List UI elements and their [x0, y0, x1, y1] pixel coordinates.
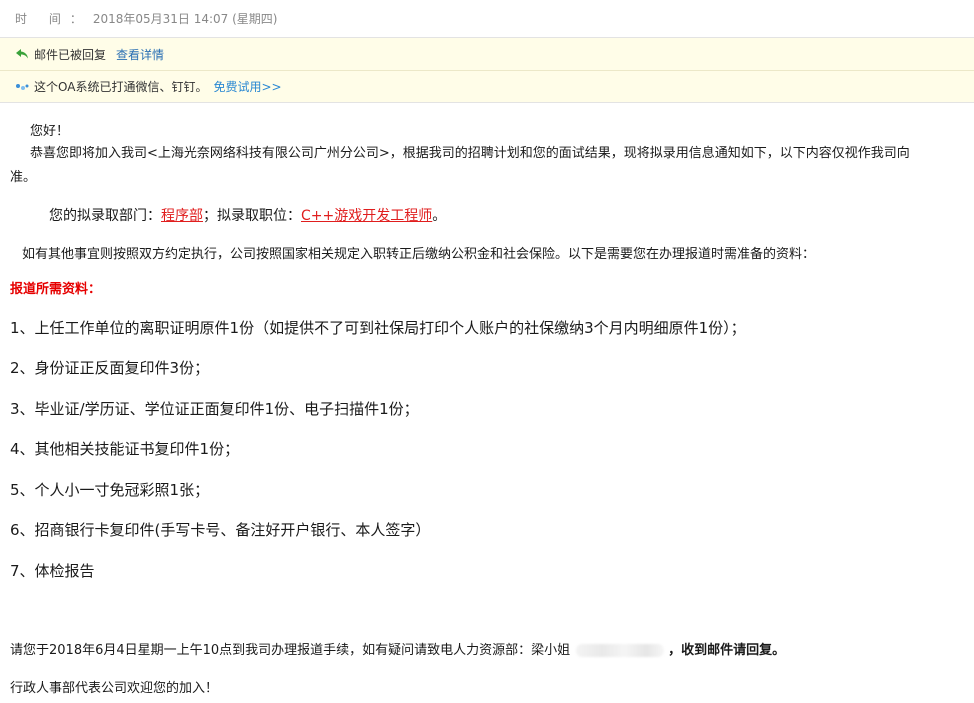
list-item: 4、其他相关技能证书复印件1份；	[10, 440, 240, 458]
email-body: 您好！ 恭喜您即将加入我司<上海光奈网络科技有限公司广州分公司>，根据我司的招聘…	[0, 104, 974, 703]
list-item: 7、体检报告	[10, 562, 95, 580]
oa-dots-icon	[15, 80, 29, 94]
time-value: 2018年05月31日 14:07 (星期四)	[92, 12, 278, 26]
closing-line: 行政人事部代表公司欢迎您的加入！	[10, 681, 219, 696]
time-label: 时 间：	[15, 12, 91, 26]
position-prefix: ；拟录取职位：	[203, 208, 301, 224]
reply-arrow-icon	[15, 47, 29, 61]
replied-text: 邮件已被回复	[34, 47, 107, 62]
intro-continuation: 准。	[10, 170, 37, 185]
materials-title: 报道所需资料：	[10, 282, 102, 297]
list-item: 5、个人小一寸免冠彩照1张；	[10, 481, 210, 499]
offer-department-line: 您的拟录取部门：程序部；拟录取职位：C++游戏开发工程师。	[49, 205, 446, 225]
report-instructions-text: 请您于2018年6月4日星期一上午10点到我司办理报道手续，如有疑问请致电人力资…	[10, 643, 571, 658]
list-item: 3、毕业证/学历证、学位证正面复印件1份、电子扫描件1份；	[10, 400, 419, 418]
position-value: C++游戏开发工程师	[301, 208, 433, 224]
replied-notice: 邮件已被回复 查看详情	[0, 38, 974, 71]
intro-paragraph: 恭喜您即将加入我司<上海光奈网络科技有限公司广州分公司>，根据我司的招聘计划和您…	[30, 146, 910, 161]
list-item: 2、身份证正反面复印件3份；	[10, 359, 210, 377]
redacted-phone	[576, 644, 665, 657]
report-instructions: 请您于2018年6月4日星期一上午10点到我司办理报道手续，如有疑问请致电人力资…	[10, 639, 785, 658]
policy-paragraph: 如有其他事宜则按照双方约定执行，公司按照国家相关规定入职转正后缴纳公积金和社会保…	[22, 247, 816, 262]
list-item: 1、上任工作单位的离职证明原件1份（如提供不了可到社保局打印个人账户的社保缴纳3…	[10, 319, 746, 337]
oa-promo-text: 这个OA系统已打通微信、钉钉。	[34, 80, 208, 94]
email-time-header: 时 间： 2018年05月31日 14:07 (星期四)	[0, 0, 974, 38]
reply-request: ，收到邮件请回复。	[668, 643, 786, 658]
list-item: 6、招商银行卡复印件(手写卡号、备注好开户银行、本人签字）	[10, 521, 431, 539]
position-suffix: 。	[432, 208, 447, 224]
department-value: 程序部	[161, 208, 203, 224]
free-trial-link[interactable]: 免费试用>>	[213, 78, 281, 95]
greeting: 您好！	[30, 124, 70, 139]
dept-prefix: 您的拟录取部门：	[49, 208, 161, 224]
oa-promo-notice: 这个OA系统已打通微信、钉钉。 免费试用>>	[0, 71, 974, 103]
view-details-link[interactable]: 查看详情	[116, 46, 164, 63]
